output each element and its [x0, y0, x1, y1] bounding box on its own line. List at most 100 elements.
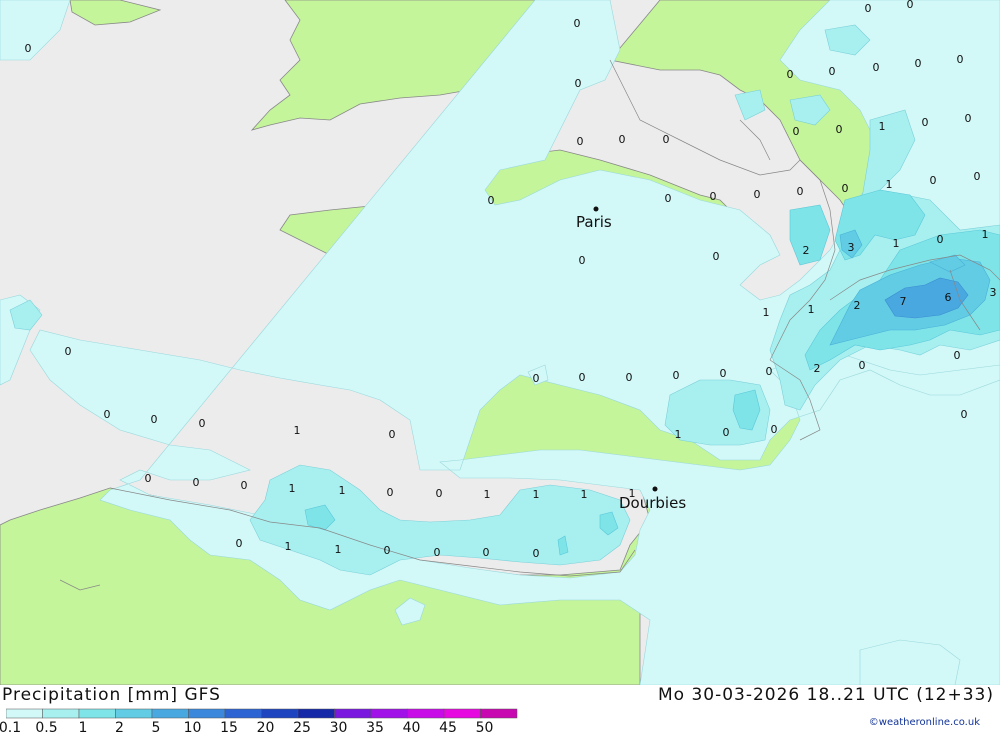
- map-title: Precipitation [mm] GFS: [2, 685, 221, 705]
- precip-value-label: 1: [294, 424, 301, 437]
- precip-value-label: 1: [533, 488, 540, 501]
- precip-value-label: 7: [900, 295, 907, 308]
- legend-tick-label: 1: [78, 720, 88, 736]
- precip-value-label: 1: [763, 306, 770, 319]
- legend-tick-label: 35: [366, 720, 384, 736]
- precip-value-label: 0: [907, 0, 914, 11]
- precip-value-label: 0: [974, 170, 981, 183]
- legend-tick-label: 15: [220, 720, 238, 736]
- precip-value-label: 0: [533, 372, 540, 385]
- legend-swatch: [115, 708, 153, 719]
- precip-value-label: 2: [854, 299, 861, 312]
- precip-value-label: 0: [483, 546, 490, 559]
- precip-value-label: 0: [241, 479, 248, 492]
- precip-value-label: 0: [389, 428, 396, 441]
- precip-value-label: 0: [436, 487, 443, 500]
- precip-value-label: 1: [982, 228, 989, 241]
- precip-value-label: 0: [663, 133, 670, 146]
- precip-value-label: 0: [236, 537, 243, 550]
- precip-value-label: 0: [723, 426, 730, 439]
- legend-swatch: [78, 708, 116, 719]
- legend-swatch: [443, 708, 481, 719]
- precip-value-label: 0: [713, 250, 720, 263]
- legend-swatch: [224, 708, 262, 719]
- precip-value-label: 0: [859, 359, 866, 372]
- precip-value-label: 0: [965, 112, 972, 125]
- footer-bar: Precipitation [mm] GFS Mo 30-03-2026 18.…: [0, 685, 1000, 736]
- precip-value-label: 0: [720, 367, 727, 380]
- precip-value-label: 1: [808, 303, 815, 316]
- precip-value-label: 2: [803, 244, 810, 257]
- precip-value-label: 0: [787, 68, 794, 81]
- legend-swatch: [407, 708, 445, 719]
- precip-value-label: 0: [873, 61, 880, 74]
- precip-value-label: 0: [665, 192, 672, 205]
- precip-value-label: 0: [793, 125, 800, 138]
- precip-value-label: 0: [673, 369, 680, 382]
- precip-value-label: 1: [893, 237, 900, 250]
- precip-value-label: 0: [384, 544, 391, 557]
- credit-link[interactable]: ©weatheronline.co.uk: [869, 717, 980, 728]
- precip-value-label: 0: [842, 182, 849, 195]
- precip-value-label: 0: [151, 413, 158, 426]
- precip-value-label: 1: [335, 543, 342, 556]
- precip-value-label: 1: [289, 482, 296, 495]
- precip-value-label: 0: [619, 133, 626, 146]
- precip-value-label: 0: [957, 53, 964, 66]
- precip-value-label: 0: [65, 345, 72, 358]
- precip-value-label: 0: [766, 365, 773, 378]
- legend-swatch: [42, 708, 80, 719]
- precip-value-label: 0: [829, 65, 836, 78]
- precip-value-label: 1: [581, 488, 588, 501]
- precip-value-label: 1: [339, 484, 346, 497]
- precip-value-label: 0: [754, 188, 761, 201]
- precip-value-label: 0: [930, 174, 937, 187]
- precip-value-label: 0: [915, 57, 922, 70]
- precip-value-label: 0: [922, 116, 929, 129]
- precip-value-label: 0: [193, 476, 200, 489]
- legend-tick-label: 5: [151, 720, 161, 736]
- precipitation-legend: [6, 708, 518, 719]
- precip-value-label: 0: [387, 486, 394, 499]
- precip-value-label: 0: [574, 17, 581, 30]
- precip-value-label: 3: [990, 286, 997, 299]
- city-label: Paris: [576, 213, 612, 231]
- precip-value-label: 0: [577, 135, 584, 148]
- precip-value-label: 0: [533, 547, 540, 560]
- precip-value-label: 0: [865, 2, 872, 15]
- legend-tick-label: 25: [293, 720, 311, 736]
- precip-value-label: 1: [484, 488, 491, 501]
- legend-swatch: [334, 708, 372, 719]
- precip-value-label: 0: [836, 123, 843, 136]
- legend-swatch: [370, 708, 408, 719]
- precip-value-label: 6: [945, 291, 952, 304]
- legend-swatch: [297, 708, 335, 719]
- precip-value-label: 0: [626, 371, 633, 384]
- legend-swatch: [188, 708, 226, 719]
- precip-value-label: 0: [579, 254, 586, 267]
- precip-value-label: 0: [145, 472, 152, 485]
- legend-swatch: [261, 708, 299, 719]
- precip-value-label: 0: [937, 233, 944, 246]
- precipitation-map: Paris Dourbies 0 0 0 0 0 0 0 0 0 0 0 1 0…: [0, 0, 1000, 685]
- legend-tick-label: 45: [439, 720, 457, 736]
- precip-value-label: 3: [848, 241, 855, 254]
- precip-value-label: 2: [814, 362, 821, 375]
- forecast-datetime: Mo 30-03-2026 18..21 UTC (12+33): [657, 685, 994, 705]
- precip-value-label: 0: [954, 349, 961, 362]
- precip-value-label: 0: [104, 408, 111, 421]
- precip-value-label: 0: [199, 417, 206, 430]
- legend-tick-label: 0.1: [0, 720, 22, 736]
- precip-value-label: 1: [886, 178, 893, 191]
- legend-tick-label: 0.5: [35, 720, 58, 736]
- precip-value-label: 0: [771, 423, 778, 436]
- legend-tick-label: 40: [402, 720, 421, 736]
- precip-value-label: 1: [675, 428, 682, 441]
- precip-value-label: 1: [879, 120, 886, 133]
- precip-value-label: 0: [710, 190, 717, 203]
- legend-swatch: [151, 708, 189, 719]
- legend-swatch: [6, 708, 43, 719]
- legend-tick-label: 30: [329, 720, 348, 736]
- legend-tick-label: 2: [115, 720, 124, 736]
- precip-value-label: 0: [579, 371, 586, 384]
